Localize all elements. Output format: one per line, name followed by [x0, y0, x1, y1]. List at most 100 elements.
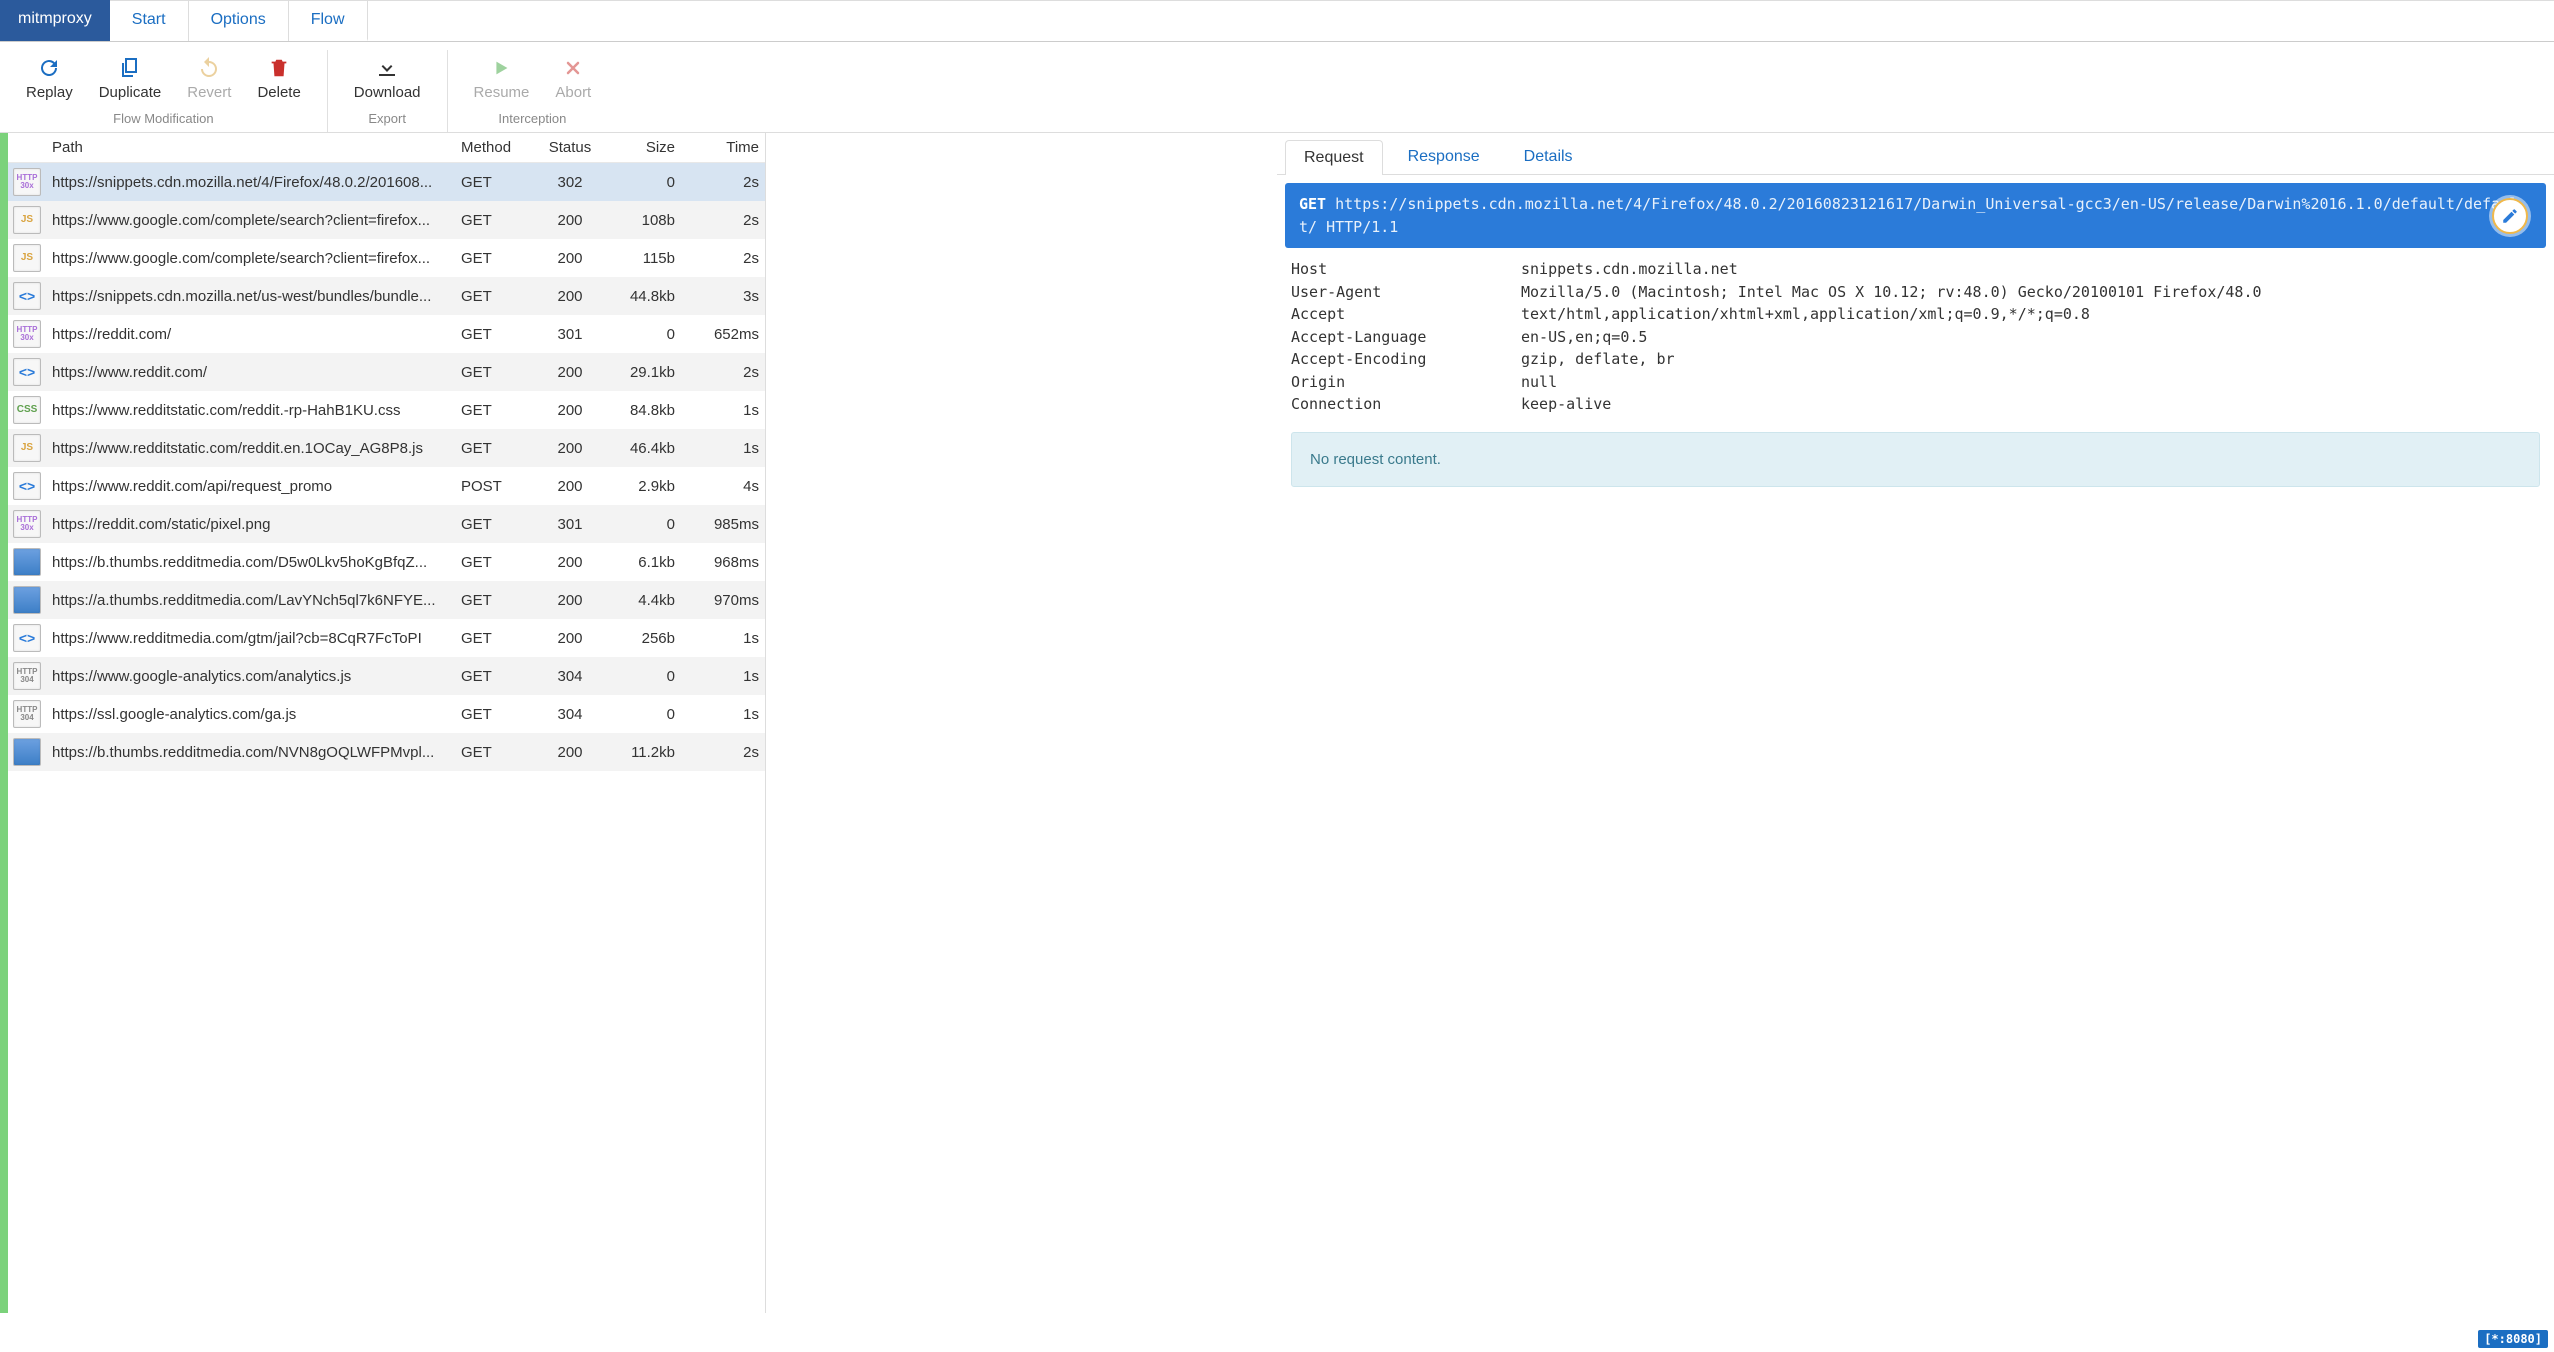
- duplicate-button[interactable]: Duplicate: [87, 50, 174, 105]
- nav-tab-options[interactable]: Options: [189, 0, 289, 41]
- col-size[interactable]: Size: [603, 139, 681, 156]
- header-row[interactable]: User-AgentMozilla/5.0 (Macintosh; Intel …: [1291, 281, 2540, 304]
- request-url: https://snippets.cdn.mozilla.net/4/Firef…: [1299, 195, 2518, 236]
- header-name: Accept-Language: [1291, 326, 1521, 349]
- flow-method: GET: [461, 592, 537, 609]
- flow-status: 304: [537, 668, 603, 685]
- content-type-icon: <>: [13, 472, 41, 500]
- flow-row[interactable]: JShttps://www.google.com/complete/search…: [8, 201, 765, 239]
- flow-size: 0: [603, 174, 681, 191]
- flow-row[interactable]: HTTP 304https://www.google-analytics.com…: [8, 657, 765, 695]
- content-type-icon: <>: [13, 282, 41, 310]
- replay-button[interactable]: Replay: [14, 50, 85, 105]
- header-row[interactable]: Accept-Encodinggzip, deflate, br: [1291, 348, 2540, 371]
- download-button[interactable]: Download: [342, 50, 433, 105]
- refresh-icon: [37, 54, 61, 82]
- times-icon: [563, 54, 583, 82]
- detail-tab-request[interactable]: Request: [1285, 140, 1383, 175]
- toolbar-group-label: Export: [368, 111, 406, 126]
- request-http-version: HTTP/1.1: [1326, 218, 1398, 236]
- flow-size: 84.8kb: [603, 402, 681, 419]
- flow-size: 0: [603, 706, 681, 723]
- flow-status: 200: [537, 288, 603, 305]
- play-icon: [490, 54, 512, 82]
- header-value: text/html,application/xhtml+xml,applicat…: [1521, 303, 2540, 326]
- header-row[interactable]: Hostsnippets.cdn.mozilla.net: [1291, 258, 2540, 281]
- header-row[interactable]: Accept-Languageen-US,en;q=0.5: [1291, 326, 2540, 349]
- header-value: keep-alive: [1521, 393, 2540, 416]
- header-value: Mozilla/5.0 (Macintosh; Intel Mac OS X 1…: [1521, 281, 2540, 304]
- content-type-icon: CSS: [13, 396, 41, 424]
- flow-method: GET: [461, 630, 537, 647]
- flow-row[interactable]: HTTP 30xhttps://snippets.cdn.mozilla.net…: [8, 163, 765, 201]
- flow-row[interactable]: JShttps://www.google.com/complete/search…: [8, 239, 765, 277]
- request-method: GET: [1299, 195, 1326, 213]
- detail-tab-response[interactable]: Response: [1389, 139, 1499, 174]
- header-value: null: [1521, 371, 2540, 394]
- col-path[interactable]: Path: [46, 139, 461, 156]
- flow-row[interactable]: https://b.thumbs.redditmedia.com/NVN8gOQ…: [8, 733, 765, 771]
- flow-time: 652ms: [681, 326, 765, 343]
- flow-path: https://www.redditstatic.com/reddit.-rp-…: [46, 402, 461, 419]
- flow-method: GET: [461, 668, 537, 685]
- header-row[interactable]: Accepttext/html,application/xhtml+xml,ap…: [1291, 303, 2540, 326]
- flow-method: GET: [461, 402, 537, 419]
- flow-row[interactable]: CSS https://www.redditstatic.com/reddit.-…: [8, 391, 765, 429]
- flow-size: 0: [603, 668, 681, 685]
- flow-status: 200: [537, 402, 603, 419]
- flow-row[interactable]: HTTP 30xhttps://reddit.com/static/pixel.…: [8, 505, 765, 543]
- trash-icon: [268, 54, 290, 82]
- flow-row[interactable]: HTTP 304https://ssl.google-analytics.com…: [8, 695, 765, 733]
- content-type-icon: HTTP 304: [13, 700, 41, 728]
- flow-row[interactable]: <>https://www.reddit.com/api/request_pro…: [8, 467, 765, 505]
- flow-time: 1s: [681, 668, 765, 685]
- toolbar-button-label: Abort: [555, 84, 591, 101]
- header-value: gzip, deflate, br: [1521, 348, 2540, 371]
- flow-time: 4s: [681, 478, 765, 495]
- edit-request-button[interactable]: [2492, 198, 2528, 234]
- content-type-icon: HTTP 30x: [13, 168, 41, 196]
- detail-tab-details[interactable]: Details: [1505, 139, 1592, 174]
- flow-row[interactable]: https://a.thumbs.redditmedia.com/LavYNch…: [8, 581, 765, 619]
- content-type-icon: HTTP 304: [13, 662, 41, 690]
- header-name: Host: [1291, 258, 1521, 281]
- flow-time: 3s: [681, 288, 765, 305]
- header-row[interactable]: Connectionkeep-alive: [1291, 393, 2540, 416]
- flow-size: 2.9kb: [603, 478, 681, 495]
- header-name: Accept-Encoding: [1291, 348, 1521, 371]
- flow-method: GET: [461, 326, 537, 343]
- flow-size: 11.2kb: [603, 744, 681, 761]
- flow-status: 200: [537, 250, 603, 267]
- flow-row[interactable]: https://b.thumbs.redditmedia.com/D5w0Lkv…: [8, 543, 765, 581]
- flow-path: https://www.google.com/complete/search?c…: [46, 212, 461, 229]
- nav-tab-start[interactable]: Start: [110, 0, 189, 41]
- header-name: Origin: [1291, 371, 1521, 394]
- flow-row[interactable]: <>https://www.redditmedia.com/gtm/jail?c…: [8, 619, 765, 657]
- flow-row[interactable]: HTTP 30xhttps://reddit.com/GET3010652ms: [8, 315, 765, 353]
- flow-list: Path Method Status Size Time HTTP 30xhtt…: [8, 133, 766, 1313]
- flow-size: 0: [603, 516, 681, 533]
- toolbar-button-label: Download: [354, 84, 421, 101]
- col-time[interactable]: Time: [681, 139, 765, 156]
- flow-path: https://www.redditmedia.com/gtm/jail?cb=…: [46, 630, 461, 647]
- flow-status: 200: [537, 478, 603, 495]
- flow-row[interactable]: <>https://snippets.cdn.mozilla.net/us-we…: [8, 277, 765, 315]
- flow-method: GET: [461, 288, 537, 305]
- nav-tab-flow[interactable]: Flow: [289, 0, 368, 41]
- flow-row[interactable]: JShttps://www.redditstatic.com/reddit.en…: [8, 429, 765, 467]
- header-row[interactable]: Originnull: [1291, 371, 2540, 394]
- flow-path: https://b.thumbs.redditmedia.com/D5w0Lkv…: [46, 554, 461, 571]
- flow-method: GET: [461, 744, 537, 761]
- flow-time: 2s: [681, 174, 765, 191]
- listen-address-badge: [*:8080]: [2478, 1330, 2548, 1348]
- delete-button[interactable]: Delete: [245, 50, 312, 105]
- flow-status: 200: [537, 212, 603, 229]
- flow-method: GET: [461, 212, 537, 229]
- flow-row[interactable]: <>https://www.reddit.com/GET20029.1kb2s: [8, 353, 765, 391]
- col-status[interactable]: Status: [537, 139, 603, 156]
- col-method[interactable]: Method: [461, 139, 537, 156]
- content-type-icon: [13, 738, 41, 766]
- flow-path: https://a.thumbs.redditmedia.com/LavYNch…: [46, 592, 461, 609]
- flow-status: 200: [537, 630, 603, 647]
- toolbar-button-label: Delete: [257, 84, 300, 101]
